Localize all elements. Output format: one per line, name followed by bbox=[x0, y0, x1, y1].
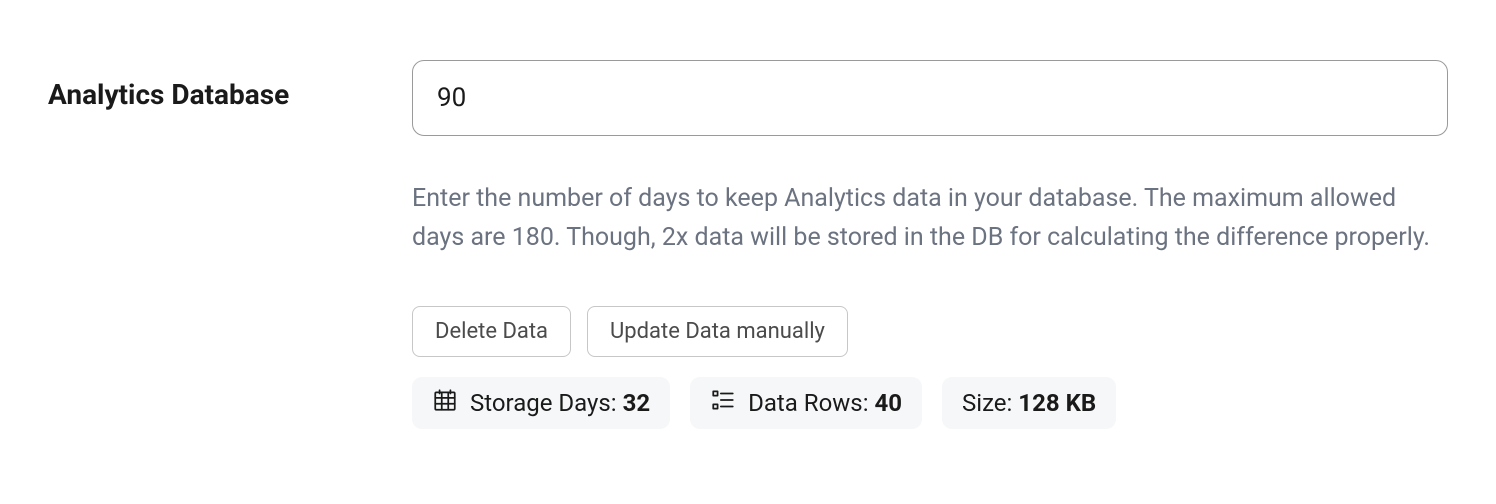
storage-days-label: Storage Days: bbox=[470, 389, 623, 417]
list-icon bbox=[710, 387, 736, 419]
storage-days-value: 32 bbox=[623, 389, 651, 417]
days-input[interactable] bbox=[412, 60, 1448, 136]
section-title: Analytics Database bbox=[48, 78, 348, 111]
data-rows-label: Data Rows: bbox=[748, 389, 874, 417]
update-data-button[interactable]: Update Data manually bbox=[587, 306, 848, 357]
calendar-icon bbox=[432, 387, 458, 419]
data-rows-value: 40 bbox=[874, 389, 902, 417]
analytics-database-section: Analytics Database Enter the number of d… bbox=[48, 60, 1448, 429]
label-column: Analytics Database bbox=[48, 60, 348, 111]
data-rows-badge: Data Rows: 40 bbox=[690, 377, 922, 429]
storage-days-badge: Storage Days: 32 bbox=[412, 377, 670, 429]
size-value: 128 KB bbox=[1018, 389, 1096, 417]
help-text: Enter the number of days to keep Analyti… bbox=[412, 180, 1448, 258]
delete-data-button[interactable]: Delete Data bbox=[412, 306, 571, 357]
size-badge: Size: 128 KB bbox=[942, 377, 1116, 429]
content-column: Enter the number of days to keep Analyti… bbox=[412, 60, 1448, 429]
button-row: Delete Data Update Data manually bbox=[412, 306, 1448, 357]
badge-row: Storage Days: 32 Data Rows: 40 bbox=[412, 377, 1448, 429]
size-label: Size: bbox=[962, 389, 1018, 417]
